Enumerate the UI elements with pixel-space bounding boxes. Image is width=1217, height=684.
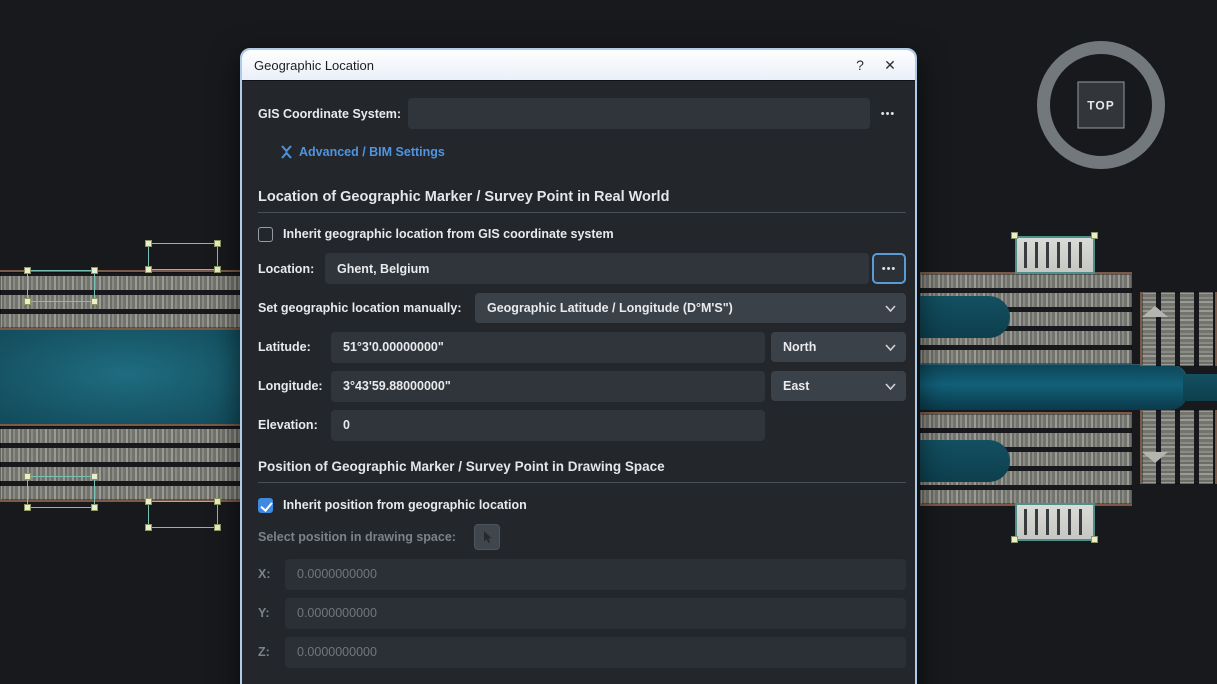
y-label: Y:: [258, 606, 285, 620]
x-label: X:: [258, 567, 285, 581]
cursor-icon: [481, 530, 493, 544]
pick-position-button[interactable]: [474, 524, 500, 550]
location-browse-button[interactable]: •••: [872, 253, 906, 284]
chevron-down-icon: [885, 383, 896, 390]
section-divider: [258, 212, 906, 213]
water-patch: [920, 440, 1010, 482]
advanced-bim-settings-link[interactable]: Advanced / BIM Settings: [280, 145, 445, 159]
lock-deck-extension: [1183, 374, 1217, 401]
ellipsis-icon: •••: [881, 108, 896, 120]
latitude-hemisphere-dropdown[interactable]: North: [771, 332, 906, 362]
inherit-geographic-location-label: Inherit geographic location from GIS coo…: [283, 227, 614, 241]
y-input: [285, 598, 906, 629]
manual-location-value: Geographic Latitude / Longitude (D°M'S"): [487, 301, 877, 315]
selection-frame: [27, 270, 95, 302]
dialog-titlebar[interactable]: Geographic Location ? ✕: [242, 50, 915, 80]
inherit-position-label: Inherit position from geographic locatio…: [283, 498, 527, 512]
gis-coordinate-system-label: GIS Coordinate System:: [258, 107, 408, 121]
location-input[interactable]: [325, 253, 869, 284]
geographic-location-dialog: Geographic Location ? ✕ GIS Coordinate S…: [240, 48, 917, 684]
latitude-label: Latitude:: [258, 340, 331, 354]
section-divider: [258, 482, 906, 483]
elevation-input[interactable]: [331, 410, 765, 441]
arrow-marker-up: [1142, 306, 1168, 317]
view-cube[interactable]: TOP: [1037, 41, 1165, 169]
latitude-hemisphere-value: North: [783, 340, 877, 354]
collapse-icon: [280, 145, 293, 159]
help-button[interactable]: ?: [845, 53, 875, 77]
longitude-hemisphere-dropdown[interactable]: East: [771, 371, 906, 401]
view-cube-top-face[interactable]: TOP: [1078, 82, 1125, 129]
z-label: Z:: [258, 645, 285, 659]
drawing-space-section-heading: Position of Geographic Marker / Survey P…: [258, 459, 906, 474]
inherit-geographic-location-checkbox[interactable]: [258, 227, 273, 242]
inherit-position-checkbox[interactable]: [258, 498, 273, 513]
elevation-label: Elevation:: [258, 418, 331, 432]
ladder-block: [1015, 236, 1095, 274]
latitude-input[interactable]: [331, 332, 765, 363]
selection-frame: [148, 243, 218, 270]
ladder-block: [1015, 503, 1095, 541]
selection-frame: [27, 476, 95, 508]
selection-frame: [148, 501, 218, 528]
lock-deck: [920, 364, 1188, 410]
location-label: Location:: [258, 262, 325, 276]
gis-coordinate-system-input[interactable]: [408, 98, 870, 129]
water-patch: [920, 296, 1010, 338]
cad-viewport[interactable]: TOP Geographic Location ? ✕ GIS Coordina…: [0, 0, 1217, 684]
z-input: [285, 637, 906, 668]
real-world-section-heading: Location of Geographic Marker / Survey P…: [258, 189, 906, 205]
advanced-bim-settings-label: Advanced / BIM Settings: [299, 145, 445, 159]
longitude-input[interactable]: [331, 371, 765, 402]
side-truss: [1140, 292, 1217, 366]
ellipsis-icon: •••: [882, 263, 897, 275]
gis-browse-button[interactable]: •••: [870, 98, 906, 129]
chevron-down-icon: [885, 344, 896, 351]
chevron-down-icon: [885, 305, 896, 312]
dialog-title: Geographic Location: [254, 58, 845, 73]
select-position-label: Select position in drawing space:: [258, 530, 466, 544]
x-input: [285, 559, 906, 590]
longitude-label: Longitude:: [258, 379, 331, 393]
side-truss: [1140, 410, 1217, 484]
close-button[interactable]: ✕: [875, 53, 905, 77]
longitude-hemisphere-value: East: [783, 379, 877, 393]
arrow-marker-down: [1142, 452, 1168, 463]
manual-location-dropdown[interactable]: Geographic Latitude / Longitude (D°M'S"): [475, 293, 906, 323]
dialog-body: GIS Coordinate System: ••• Advanced / BI…: [242, 80, 915, 684]
manual-location-label: Set geographic location manually:: [258, 301, 475, 315]
